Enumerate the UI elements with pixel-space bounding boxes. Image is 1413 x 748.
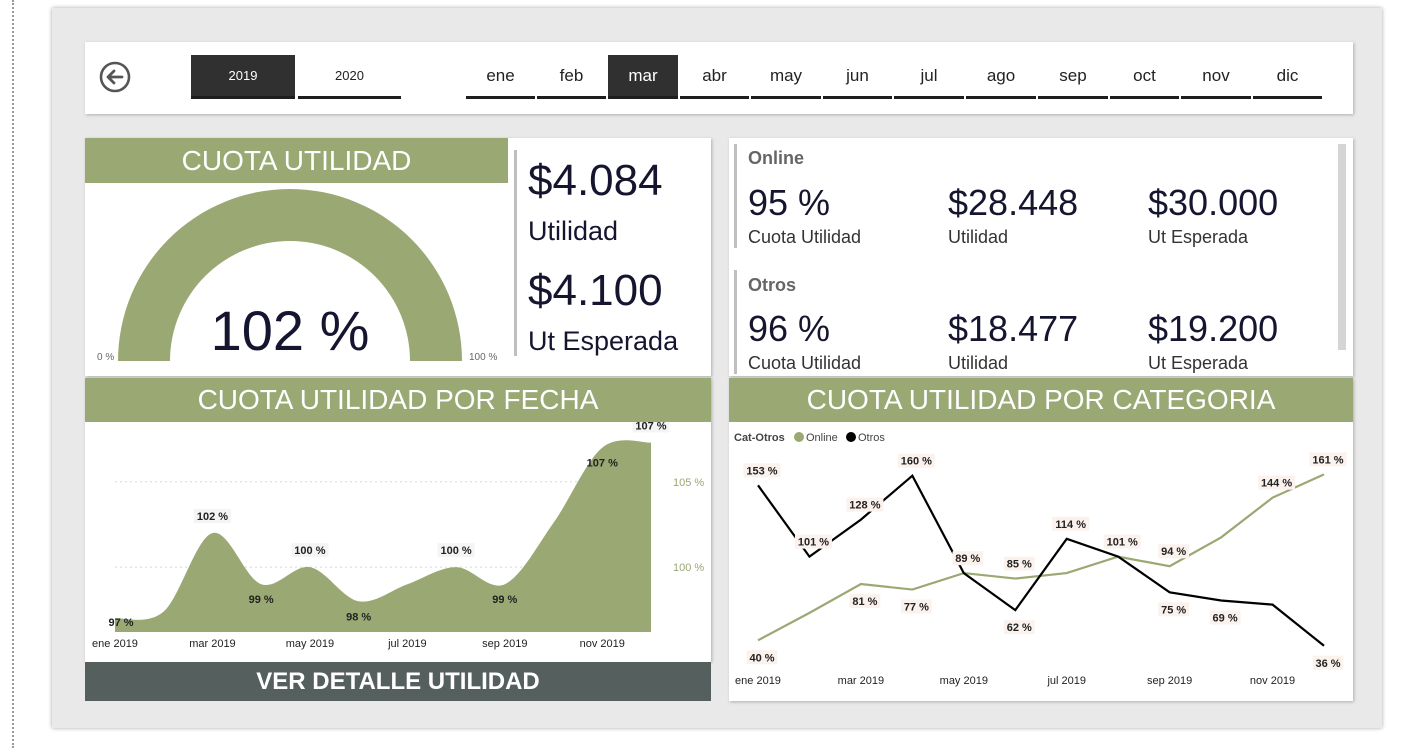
legend-title: Cat-Otros: [734, 432, 785, 444]
date-area-chart: 100 % 105 % 97 % 102 % 99 % 100 % 98 % 100 % 99 …: [92, 422, 704, 650]
data-label-otros: 160 %: [901, 456, 932, 468]
data-label: 99 %: [249, 594, 274, 606]
data-label-otros: 114 %: [1055, 519, 1086, 531]
data-label-online: 89 %: [955, 553, 980, 565]
data-label-online: 40 %: [749, 652, 774, 664]
data-label-otros: 101 %: [798, 537, 829, 549]
otros-cuota-label: Cuota Utilidad: [748, 353, 862, 373]
data-label: 100 %: [440, 545, 471, 557]
data-label: 107 %: [587, 458, 618, 470]
month-tab-oct[interactable]: oct: [1110, 55, 1179, 99]
data-label-online: 85 %: [1007, 559, 1032, 571]
month-tab-ago[interactable]: ago: [966, 55, 1036, 99]
data-label: 100 %: [294, 545, 325, 557]
data-label: 98 %: [346, 611, 371, 623]
online-utilidad-label: Utilidad: [948, 227, 1009, 247]
month-tab-mar[interactable]: mar: [608, 55, 678, 99]
otros-divider: [734, 270, 737, 374]
data-label-otros: 69 %: [1213, 613, 1238, 625]
year-tab-2020[interactable]: 2020: [298, 55, 401, 99]
category-line-chart: Cat-Otros Online Otros 40 % 81 % 77 % 89 % 85 %…: [734, 432, 1347, 687]
otros-esperada: $19.200: [1148, 308, 1279, 349]
year-tab-2019[interactable]: 2019: [191, 55, 295, 99]
month-tab-ene[interactable]: ene: [466, 55, 535, 99]
data-label-online: 94 %: [1161, 546, 1186, 558]
data-label: 99 %: [492, 594, 517, 606]
month-tab-nov[interactable]: nov: [1181, 55, 1251, 99]
channels-scrollbar[interactable]: [1338, 144, 1346, 350]
x-tick-label: sep 2019: [482, 638, 527, 650]
online-cuota: 95 %: [748, 182, 831, 223]
x-tick-label: ene 2019: [735, 675, 781, 687]
date-chart-title: CUOTA UTILIDAD POR FECHA: [85, 378, 711, 422]
data-label: 107 %: [635, 422, 666, 433]
legend-item-otros: Otros: [858, 432, 885, 444]
x-tick-label: ene 2019: [92, 638, 138, 650]
month-tab-dic[interactable]: dic: [1253, 55, 1322, 99]
month-tab-abr[interactable]: abr: [680, 55, 749, 99]
data-label-online: 144 %: [1261, 478, 1292, 490]
esperada-value: $4.100: [528, 266, 663, 315]
x-tick-label: may 2019: [940, 675, 988, 687]
y-tick-label: 100 %: [673, 562, 704, 574]
x-tick-label: nov 2019: [1250, 675, 1295, 687]
category-chart-title: CUOTA UTILIDAD POR CATEGORIA: [729, 378, 1353, 422]
otros-utilidad-label: Utilidad: [948, 353, 1009, 373]
legend-item-online: Online: [806, 432, 838, 444]
data-label-online: 77 %: [904, 602, 929, 614]
data-label-online: 161 %: [1312, 454, 1343, 466]
channel-otros-name: Otros: [748, 275, 797, 295]
gauge-max-label: 100 %: [469, 352, 497, 363]
data-label-otros: 101 %: [1107, 537, 1138, 549]
month-tab-may[interactable]: may: [751, 55, 821, 99]
x-tick-label: jul 2019: [1046, 675, 1086, 687]
online-esperada-label: Ut Esperada: [1148, 227, 1249, 247]
otros-esperada-label: Ut Esperada: [1148, 353, 1249, 373]
data-label-otros: 128 %: [849, 500, 880, 512]
data-label-otros: 75 %: [1161, 604, 1186, 616]
kpi-divider: [514, 150, 517, 356]
utilidad-value: $4.084: [528, 156, 663, 205]
utilidad-label: Utilidad: [528, 216, 619, 246]
legend-marker-online: [794, 432, 804, 442]
legend-marker-otros: [846, 432, 856, 442]
area-series: [115, 440, 651, 632]
gauge-value: 102 %: [211, 299, 370, 362]
gauge-title: CUOTA UTILIDAD: [85, 138, 508, 183]
esperada-label: Ut Esperada: [528, 326, 679, 356]
online-divider: [734, 144, 737, 248]
x-tick-label: nov 2019: [580, 638, 625, 650]
y-tick-label: 105 %: [673, 477, 704, 489]
online-esperada: $30.000: [1148, 182, 1279, 223]
x-tick-label: sep 2019: [1147, 675, 1192, 687]
back-arrow-icon[interactable]: [99, 61, 131, 93]
month-tab-jun[interactable]: jun: [823, 55, 892, 99]
otros-cuota: 96 %: [748, 308, 831, 349]
left-dotted-border: [12, 0, 14, 748]
month-tab-feb[interactable]: feb: [537, 55, 606, 99]
x-tick-label: jul 2019: [387, 638, 427, 650]
month-tab-sep[interactable]: sep: [1038, 55, 1108, 99]
data-label-otros: 62 %: [1007, 622, 1032, 634]
gauge-min-label: 0 %: [97, 352, 114, 363]
online-cuota-label: Cuota Utilidad: [748, 227, 862, 247]
x-tick-label: may 2019: [286, 638, 334, 650]
data-label-otros: 153 %: [746, 465, 777, 477]
gauge-chart: 102 % 0 % 100 %: [97, 189, 497, 363]
channel-online-name: Online: [748, 148, 805, 168]
ver-detalle-button[interactable]: VER DETALLE UTILIDAD: [85, 662, 711, 701]
month-tab-jul[interactable]: jul: [894, 55, 964, 99]
data-label: 97 %: [108, 617, 133, 629]
data-label-online: 81 %: [852, 596, 877, 608]
x-tick-label: mar 2019: [189, 638, 235, 650]
data-label-otros: 36 %: [1315, 658, 1340, 670]
data-label: 102 %: [197, 511, 228, 523]
otros-utilidad: $18.477: [948, 308, 1079, 349]
online-utilidad: $28.448: [948, 182, 1079, 223]
x-tick-label: mar 2019: [838, 675, 884, 687]
